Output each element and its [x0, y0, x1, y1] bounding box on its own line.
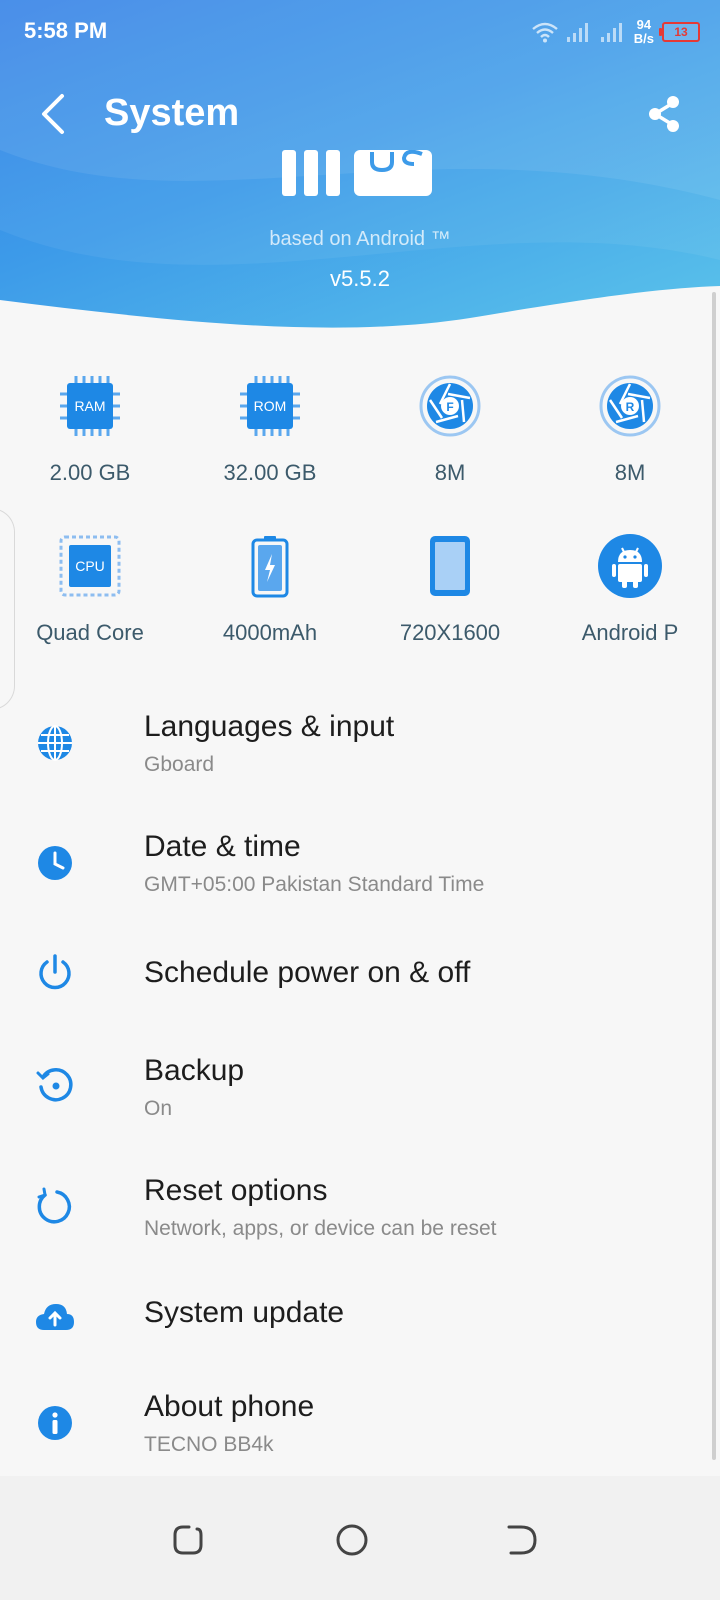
net-speed-value: 94 — [636, 17, 652, 32]
power-icon — [39, 954, 71, 990]
os-version: v5.5.2 — [330, 266, 390, 291]
ram-chip-icon: RAM — [60, 376, 120, 436]
spec-label-battery: 4000mAh — [222, 620, 318, 645]
cloud-upload-icon — [36, 1304, 74, 1330]
nav-back-button[interactable] — [500, 1518, 544, 1562]
spec-front-camera[interactable]: F 8M — [360, 370, 540, 530]
ram-chip-text: RAM — [74, 398, 105, 414]
status-bar: 5:58 PM 94 B/s 13 — [0, 0, 720, 64]
spec-rom[interactable]: ROM 32.00 GB — [180, 370, 360, 530]
rear-camera-icon: R — [599, 375, 661, 437]
spec-label-rear-camera: 8M — [614, 460, 646, 485]
net-speed-unit: B/s — [633, 31, 654, 46]
net-speed: 94 B/s — [634, 18, 654, 46]
rom-chip-icon: ROM — [240, 376, 300, 436]
rom-chip-text: ROM — [254, 398, 287, 414]
signal-icon-1 — [566, 23, 588, 42]
spec-rear-camera[interactable]: R 8M — [540, 370, 720, 530]
signal-icon-2 — [600, 23, 622, 42]
spec-label-screen: 720X1600 — [399, 620, 501, 645]
setting-about-phone[interactable]: About phone TECNO BB4k — [0, 1368, 720, 1488]
reset-icon — [37, 1187, 72, 1224]
setting-title: Backup — [144, 1054, 245, 1087]
setting-title: Languages & input — [144, 710, 395, 743]
spec-android[interactable]: Android P — [540, 530, 720, 690]
setting-title: Reset options — [144, 1174, 328, 1207]
front-camera-icon: F — [419, 375, 481, 437]
screen-icon — [430, 536, 470, 596]
nav-back-icon — [507, 1525, 537, 1555]
navigation-bar — [0, 1476, 720, 1600]
battery-icon: 13 — [659, 22, 700, 42]
android-icon — [598, 534, 662, 598]
spec-label-front-camera: 8M — [434, 460, 466, 485]
rear-camera-text: R — [626, 400, 635, 414]
battery-icon — [251, 536, 289, 598]
share-button[interactable] — [636, 86, 692, 142]
settings-list: Languages & input Gboard Date & time GMT… — [0, 684, 720, 1488]
setting-date-time[interactable]: Date & time GMT+05:00 Pakistan Standard … — [0, 804, 720, 924]
home-button[interactable] — [330, 1518, 374, 1562]
wifi-icon — [531, 22, 558, 43]
globe-icon — [38, 725, 72, 761]
share-icon — [649, 96, 679, 132]
setting-title: About phone — [144, 1390, 315, 1423]
side-panel-handle[interactable] — [0, 508, 15, 710]
cpu-icon: CPU — [59, 535, 121, 597]
cpu-chip-text: CPU — [75, 558, 105, 574]
backup-icon — [36, 1068, 73, 1102]
back-button[interactable] — [24, 86, 80, 142]
recents-button[interactable] — [166, 1518, 210, 1562]
setting-languages-input[interactable]: Languages & input Gboard — [0, 684, 720, 804]
battery-level: 13 — [674, 25, 688, 39]
clock-icon — [38, 846, 72, 880]
spec-label-rom: 32.00 GB — [223, 460, 317, 485]
back-arrow-icon — [42, 94, 64, 134]
setting-title: System update — [144, 1296, 345, 1329]
setting-subtitle: On — [144, 1097, 173, 1120]
info-icon — [38, 1406, 72, 1440]
setting-backup[interactable]: Backup On — [0, 1024, 720, 1144]
status-time: 5:58 PM — [24, 18, 108, 43]
toolbar: System — [0, 78, 720, 148]
recents-icon — [173, 1525, 203, 1555]
status-icons: 94 B/s 13 — [531, 14, 700, 50]
spec-ram[interactable]: RAM 2.00 GB — [0, 370, 180, 530]
home-icon — [336, 1524, 368, 1556]
page-title: System — [104, 92, 240, 134]
front-camera-text: F — [446, 400, 453, 414]
setting-title: Schedule power on & off — [144, 956, 471, 989]
spec-grid: RAM 2.00 GB ROM 32.00 GB F 8M R 8M CPU Q… — [0, 370, 720, 690]
setting-subtitle: Gboard — [144, 753, 215, 776]
setting-schedule-power[interactable]: Schedule power on & off — [0, 924, 720, 1024]
spec-screen[interactable]: 720X1600 — [360, 530, 540, 690]
setting-reset-options[interactable]: Reset options Network, apps, or device c… — [0, 1144, 720, 1264]
spec-label-cpu: Quad Core — [36, 620, 144, 645]
spec-row: CPU Quad Core 4000mAh 720X1600 Android P — [0, 530, 720, 690]
setting-subtitle: GMT+05:00 Pakistan Standard Time — [144, 873, 485, 896]
spec-row: RAM 2.00 GB ROM 32.00 GB F 8M R 8M — [0, 370, 720, 530]
os-logo — [282, 150, 432, 196]
setting-subtitle: Network, apps, or device can be reset — [144, 1217, 497, 1240]
spec-label-android: Android P — [581, 620, 679, 645]
spec-cpu[interactable]: CPU Quad Core — [0, 530, 180, 690]
scrollbar[interactable] — [712, 292, 716, 1460]
spec-label-ram: 2.00 GB — [49, 460, 131, 485]
setting-system-update[interactable]: System update — [0, 1264, 720, 1368]
header-banner: 5:58 PM 94 B/s 13 System based on Androi… — [0, 0, 720, 340]
based-on-label: based on Android ™ — [269, 228, 451, 250]
setting-title: Date & time — [144, 830, 301, 863]
spec-battery[interactable]: 4000mAh — [180, 530, 360, 690]
setting-subtitle: TECNO BB4k — [144, 1433, 274, 1456]
